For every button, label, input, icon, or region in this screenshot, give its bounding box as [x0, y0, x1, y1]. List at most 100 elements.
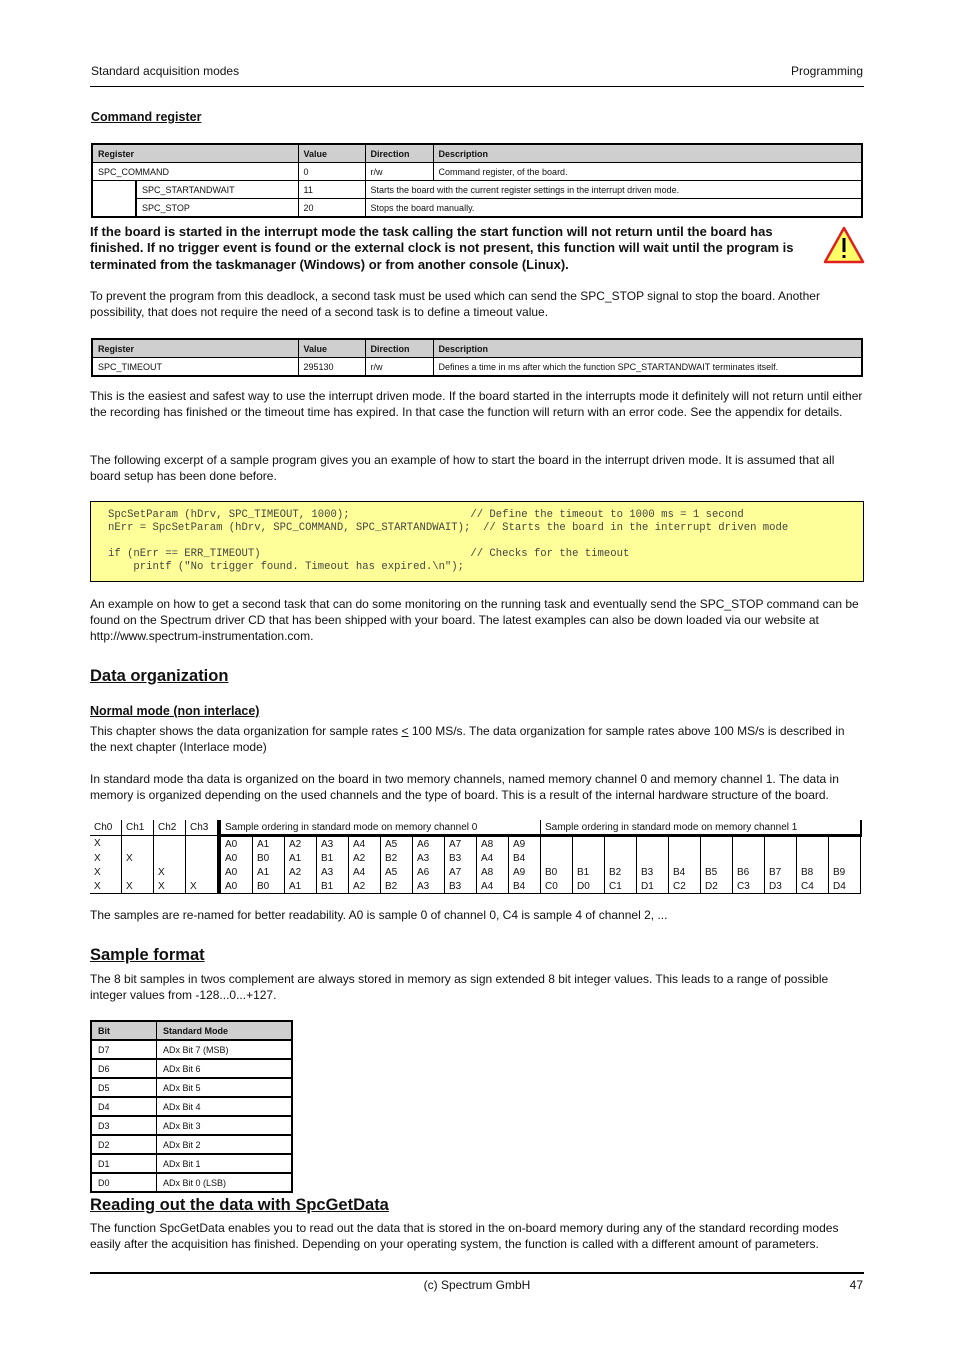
- table-row: X A0 A1 A2 A3 A4 A5 A6 A7 A8 A9: [90, 835, 861, 851]
- memory-0-sample: A0: [217, 851, 253, 865]
- column-header: Description: [432, 338, 863, 358]
- column-header: Value: [297, 143, 366, 163]
- code-line: printf ("No trigger found. Timeout has e…: [108, 561, 465, 573]
- column-header: Value: [297, 338, 366, 358]
- memory-1-sample: B9: [828, 865, 861, 879]
- register-name: SPC_COMMAND: [91, 162, 299, 181]
- bit-name: D5: [90, 1077, 157, 1098]
- memory-0-sample: A8: [476, 865, 509, 879]
- channel-flag: [121, 835, 154, 851]
- memory-0-sample: A4: [476, 851, 509, 865]
- warning-triangle-icon: [823, 226, 865, 264]
- channel-flag: [185, 835, 219, 851]
- memory-channel-0-header: Sample ordering in standard mode on memo…: [217, 820, 541, 837]
- memory-0-sample: A0: [217, 835, 253, 851]
- bit-name: D2: [90, 1134, 157, 1155]
- memory-0-sample: A9: [508, 835, 541, 851]
- bit-meaning: ADx Bit 1: [156, 1153, 293, 1174]
- memory-1-sample: [732, 835, 765, 851]
- table-row: SPC_STARTANDWAIT 11 Starts the board wit…: [92, 180, 863, 199]
- memory-1-sample: C4: [796, 879, 829, 894]
- memory-0-sample: B4: [508, 851, 541, 865]
- memory-0-sample: A2: [284, 865, 317, 879]
- memory-0-sample: B2: [380, 851, 413, 865]
- memory-1-sample: [540, 835, 573, 851]
- table-row: D3 ADx Bit 3: [90, 1115, 293, 1136]
- memory-1-sample: B0: [540, 865, 573, 879]
- bit-meaning: ADx Bit 0 (LSB): [156, 1172, 293, 1193]
- sample-format-heading: Sample format: [90, 946, 205, 964]
- bit-meaning: ADx Bit 2: [156, 1134, 293, 1155]
- memory-0-sample: A1: [252, 865, 285, 879]
- indent-spacer: [92, 198, 137, 217]
- memory-0-sample: A1: [284, 879, 317, 894]
- memory-0-sample: A7: [444, 835, 477, 851]
- channel-flag: [121, 865, 154, 879]
- footer-rule: [90, 1272, 864, 1274]
- paragraph-sample-rates: This chapter shows the data organization…: [90, 723, 864, 755]
- memory-0-sample: A3: [316, 865, 349, 879]
- column-header: Direction: [364, 143, 434, 163]
- channel-flag: X: [94, 866, 101, 878]
- table-header-row: Register Value Direction Description: [91, 338, 863, 358]
- memory-1-sample: [604, 851, 637, 865]
- register-description: Stops the board manually.: [364, 198, 863, 218]
- memory-0-sample: A8: [476, 835, 509, 851]
- bit-name: D1: [90, 1153, 157, 1174]
- register-value: 20: [297, 198, 366, 218]
- normal-mode-heading: Normal mode (non interlace): [90, 704, 260, 718]
- command-register-heading: Command register: [91, 110, 202, 124]
- memory-0-sample: A6: [412, 835, 445, 851]
- sample-ordering-table: Ch0 Ch1 Ch2 Ch3 Sample ordering in standard …: [90, 820, 862, 894]
- memory-1-sample: B7: [764, 865, 797, 879]
- table-row: D5 ADx Bit 5: [90, 1077, 293, 1098]
- bit-mapping-table: Bit Standard Mode D7 ADx Bit 7 (MSB) D6 ADx B…: [90, 1020, 293, 1193]
- memory-0-sample: A3: [316, 835, 349, 851]
- memory-1-sample: [828, 835, 861, 851]
- table-row: SPC_TIMEOUT 295130 r/w Defines a time in…: [91, 357, 863, 377]
- memory-0-sample: A1: [252, 835, 285, 851]
- paragraph-example: An example on how to get a second task t…: [90, 597, 859, 643]
- paragraph-reading-out: The function SpcGetData enables you to r…: [90, 1221, 839, 1251]
- table-header-row: Register Value Direction Description: [91, 143, 863, 163]
- paragraph-excerpt: The following excerpt of a sample progra…: [90, 453, 835, 483]
- bit-meaning: ADx Bit 4: [156, 1096, 293, 1117]
- memory-1-sample: D2: [700, 879, 733, 894]
- bit-meaning: ADx Bit 3: [156, 1115, 293, 1136]
- memory-1-sample: C0: [540, 879, 573, 894]
- table-row: D6 ADx Bit 6: [90, 1058, 293, 1079]
- code-line: SpcSetParam (hDrv, SPC_TIMEOUT, 1000); /…: [108, 509, 744, 521]
- register-description: Defines a time in ms after which the fun…: [432, 357, 863, 377]
- paragraph-deadlock: To prevent the program from this deadloc…: [90, 289, 820, 319]
- memory-0-sample: A4: [476, 879, 509, 894]
- memory-1-sample: [668, 851, 701, 865]
- bit-name: D4: [90, 1096, 157, 1117]
- indent-spacer: [92, 180, 137, 199]
- footer-copyright: (c) Spectrum GmbH: [423, 1278, 531, 1292]
- register-name: SPC_TIMEOUT: [91, 357, 299, 377]
- register-value: 295130: [297, 357, 366, 377]
- warning-text: If the board is started in the interrupt…: [90, 224, 794, 272]
- memory-1-sample: [796, 835, 829, 851]
- memory-1-sample: [764, 851, 797, 865]
- register-description: Starts the board with the current regist…: [364, 180, 863, 199]
- memory-0-sample: A3: [412, 851, 445, 865]
- memory-1-sample: [572, 835, 605, 851]
- paragraph-renamed: The samples are re-named for better read…: [90, 908, 668, 922]
- register-name: SPC_STARTANDWAIT: [135, 180, 299, 199]
- memory-0-sample: B3: [444, 851, 477, 865]
- channel-flag: X: [185, 879, 219, 894]
- memory-0-sample: A3: [412, 879, 445, 894]
- memory-1-sample: [828, 851, 861, 865]
- channel-flag: [153, 835, 186, 851]
- channel-flag: X: [121, 851, 154, 865]
- channel-flag: X: [153, 865, 186, 879]
- channel-flag: X: [153, 879, 186, 894]
- memory-0-sample: A5: [380, 865, 413, 879]
- code-line: if (nErr == ERR_TIMEOUT) // Checks for t…: [108, 548, 630, 560]
- bit-name: D3: [90, 1115, 157, 1136]
- memory-0-sample: A1: [284, 851, 317, 865]
- paragraph-standard-mode: In standard mode tha data is organized o…: [90, 772, 839, 802]
- memory-1-sample: [540, 851, 573, 865]
- memory-0-sample: A6: [412, 865, 445, 879]
